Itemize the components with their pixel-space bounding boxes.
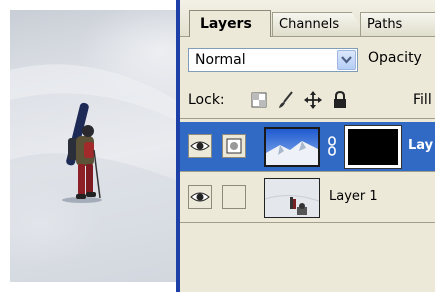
snowboarder-photo (10, 64, 176, 282)
tab-channels[interactable]: Channels (272, 12, 366, 36)
layer-row[interactable]: Lay (180, 122, 435, 172)
layer-mask-thumbnail[interactable] (344, 125, 402, 169)
blend-mode-select[interactable]: Normal (188, 48, 358, 72)
tab-paths[interactable]: Paths (360, 12, 435, 36)
lock-image-brush-icon[interactable] (276, 90, 296, 110)
chevron-down-icon[interactable] (337, 50, 356, 70)
eye-icon[interactable] (188, 185, 212, 209)
document-canvas[interactable] (10, 10, 176, 282)
eye-icon[interactable] (188, 134, 212, 158)
layer-row[interactable]: Layer 1 (180, 173, 435, 223)
layer-name[interactable]: Layer 1 (329, 189, 378, 204)
layers-list: Lay Layer 1 (180, 118, 435, 292)
layer-link-cell[interactable] (222, 185, 246, 209)
panel-tab-strip: Layers Channels Paths (180, 0, 435, 37)
fill-label: Fill (413, 92, 432, 108)
layer-thumbnail[interactable] (264, 127, 320, 167)
opacity-label: Opacity (368, 50, 422, 66)
layer-mask-edit-icon[interactable] (222, 134, 246, 158)
blend-mode-value: Normal (195, 52, 246, 68)
tab-layers[interactable]: Layers (189, 10, 271, 37)
lock-label: Lock: (188, 92, 225, 108)
layer-thumbnail[interactable] (264, 178, 320, 218)
lock-transparent-icon[interactable] (249, 90, 269, 110)
link-chain-icon[interactable] (326, 136, 338, 160)
layers-panel: Layers Channels Paths Normal Opacity Loc… (180, 0, 435, 292)
lock-position-move-icon[interactable] (303, 90, 323, 110)
lock-all-padlock-icon[interactable] (330, 90, 350, 110)
layer-name[interactable]: Lay (408, 138, 433, 153)
